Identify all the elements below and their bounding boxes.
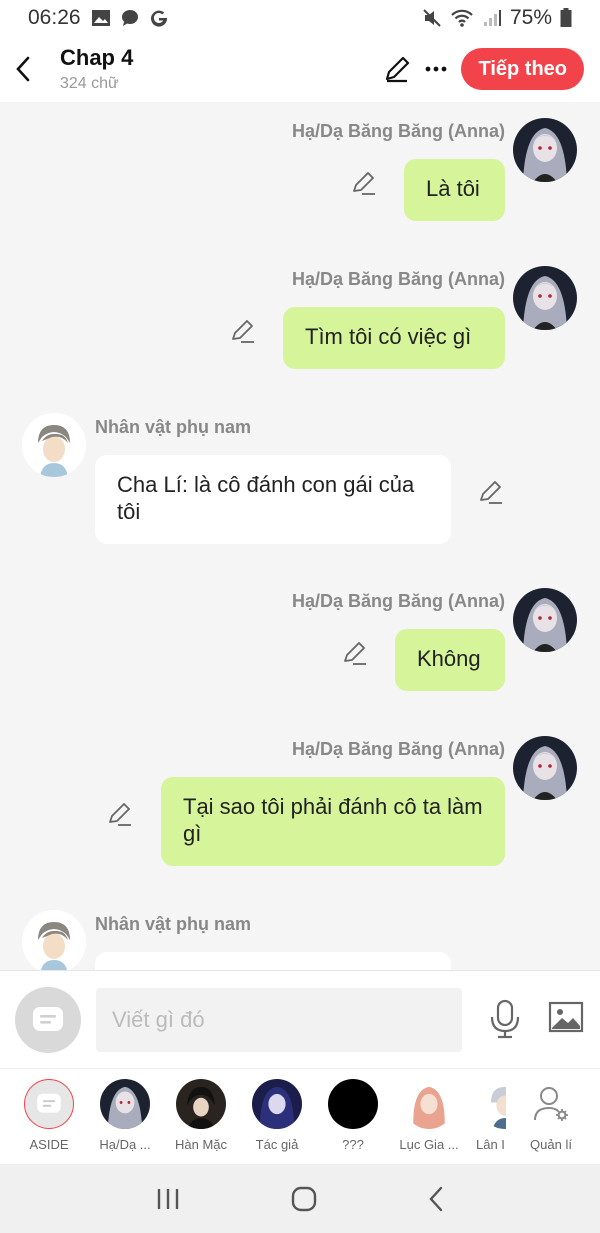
character-han-mac[interactable]: Hàn Mặc — [166, 1079, 236, 1152]
wifi-icon — [451, 9, 473, 27]
character-label: Quản lí — [530, 1137, 572, 1152]
sender-name: Hạ/Dạ Băng Băng (Anna) — [291, 269, 505, 289]
message-square-icon — [33, 1007, 63, 1031]
sender-name: Hạ/Dạ Băng Băng (Anna) — [291, 121, 505, 141]
character-lan[interactable]: Lân I — [470, 1079, 506, 1152]
character-label: Hạ/Dạ ... — [99, 1137, 151, 1152]
message-bubble[interactable]: Tại sao tôi phải đánh cô ta làm gì — [161, 777, 505, 866]
battery-level: 75% — [509, 6, 552, 29]
sender-name: Hạ/Dạ Băng Băng (Anna) — [291, 739, 505, 759]
character-manage[interactable]: Quản lí — [516, 1079, 586, 1152]
clock: 06:26 — [28, 6, 81, 29]
gallery-icon — [91, 10, 110, 26]
avatar — [404, 1079, 454, 1129]
message-bubble[interactable]: Tìm tôi có việc gì — [283, 307, 505, 369]
back-nav-icon[interactable] — [427, 1185, 445, 1213]
avatar[interactable] — [513, 266, 577, 330]
avatar[interactable] — [513, 118, 577, 182]
word-count: 324 chữ — [60, 75, 119, 92]
microphone-icon[interactable] — [486, 999, 524, 1039]
edit-message-icon[interactable] — [342, 640, 368, 666]
back-button[interactable] — [0, 36, 46, 102]
avatar — [328, 1079, 378, 1129]
edit-message-icon[interactable] — [351, 170, 377, 196]
message-bubble[interactable]: Là tôi — [404, 159, 505, 221]
avatar[interactable] — [513, 588, 577, 652]
avatar[interactable] — [22, 413, 86, 477]
more-options-icon[interactable] — [423, 56, 449, 82]
google-icon — [150, 10, 167, 27]
home-icon[interactable] — [290, 1185, 318, 1213]
edit-message-icon[interactable] — [478, 479, 504, 505]
character-ha-da[interactable]: Hạ/Dạ ... — [90, 1079, 160, 1152]
character-label: ASIDE — [29, 1137, 69, 1152]
battery-icon — [560, 8, 572, 27]
message-bubble[interactable] — [95, 952, 451, 970]
edit-message-icon[interactable] — [107, 801, 133, 827]
character-label: Tác giả — [255, 1137, 299, 1152]
back-arrow-icon — [16, 56, 30, 82]
composer-bar — [0, 970, 600, 1068]
avatar — [252, 1079, 302, 1129]
character-aside[interactable]: ASIDE — [14, 1079, 84, 1152]
avatar[interactable] — [513, 736, 577, 800]
avatar — [100, 1079, 150, 1129]
avatar — [176, 1079, 226, 1129]
character-label: Lục Gia ... — [399, 1137, 459, 1152]
aside-toggle-button[interactable] — [15, 987, 81, 1053]
character-label: Hàn Mặc — [174, 1137, 228, 1152]
message-bubble[interactable]: Không — [395, 629, 505, 691]
sender-name: Nhân vật phụ nam — [95, 914, 252, 934]
sender-name: Hạ/Dạ Băng Băng (Anna) — [291, 591, 505, 611]
avatar[interactable] — [22, 910, 86, 970]
chat-bubble-icon — [121, 10, 138, 26]
edit-icon[interactable] — [383, 55, 411, 83]
status-bar: 06:26 75% — [0, 0, 600, 36]
next-chapter-button[interactable]: Tiếp theo — [461, 48, 584, 90]
aside-icon — [24, 1079, 74, 1129]
message-bubble[interactable]: Cha Lí: là cô đánh con gái của tôi — [95, 455, 451, 544]
recent-apps-icon[interactable] — [155, 1187, 181, 1211]
character-author[interactable]: Tác giả — [242, 1079, 312, 1152]
chat-area[interactable]: Hạ/Dạ Băng Băng (Anna) Là tôi Hạ/Dạ Băng… — [0, 102, 600, 970]
edit-message-icon[interactable] — [230, 318, 256, 344]
character-selector: ASIDE Hạ/Dạ ... Hàn Mặc Tác giả ??? Lục … — [0, 1068, 600, 1164]
chapter-header: Chap 4 324 chữ Tiếp theo — [0, 36, 600, 102]
chapter-title: Chap 4 — [60, 45, 134, 70]
image-upload-icon[interactable] — [548, 1001, 584, 1033]
character-label: Lân I — [476, 1137, 505, 1152]
message-input[interactable] — [96, 988, 462, 1052]
sender-name: Nhân vật phụ nam — [95, 417, 252, 437]
character-luc-gia[interactable]: Lục Gia ... — [394, 1079, 464, 1152]
avatar — [480, 1079, 506, 1129]
character-label: ??? — [342, 1137, 364, 1152]
character-unknown[interactable]: ??? — [318, 1079, 388, 1152]
manage-characters-icon — [526, 1079, 576, 1129]
signal-icon — [483, 10, 501, 26]
mute-icon — [423, 9, 441, 27]
system-nav-bar — [0, 1164, 600, 1233]
